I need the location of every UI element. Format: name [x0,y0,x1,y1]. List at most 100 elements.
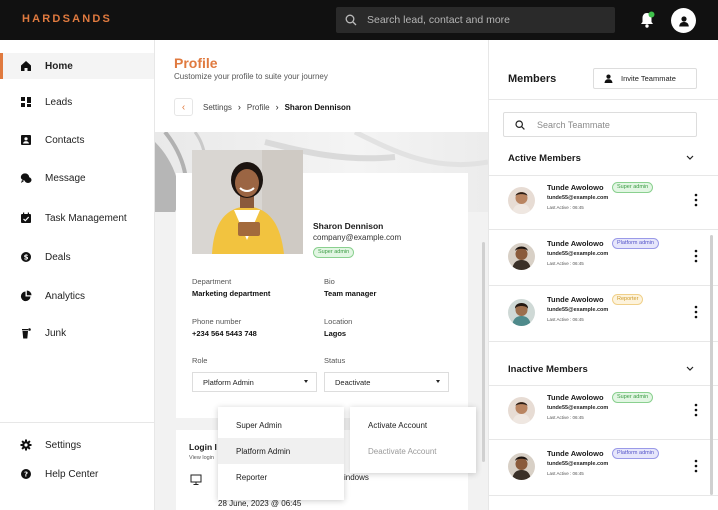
chevron-right-icon: › [237,102,241,112]
member-row[interactable]: Tunde Awolowo Super admin tunde55@exampl… [489,173,718,229]
sidebar: Home Leads Contacts Message Task Managem… [0,40,155,510]
invite-teammate-button[interactable]: Invite Teammate [593,68,697,89]
invite-teammate-label: Invite Teammate [621,74,676,83]
status-select[interactable]: Deactivate [324,372,449,392]
member-name: Tunde Awolowo [547,393,604,402]
main-content: Profile Customize your profile to suite … [155,40,488,510]
login-device-os: indows [344,473,369,482]
sidebar-item-junk[interactable]: Junk [0,320,154,346]
active-members-title: Active Members [508,153,581,164]
more-options-icon[interactable] [694,459,698,473]
breadcrumb-current: Sharon Dennison [284,102,351,112]
member-avatar [508,187,535,214]
svg-text:?: ? [24,471,28,479]
role-option-super-admin[interactable]: Super Admin [218,412,344,438]
role-option-platform-admin[interactable]: Platform Admin [218,438,344,464]
status-option-activate[interactable]: Activate Account [350,412,476,438]
member-row[interactable]: Tunde Awolowo Platform admin tunde55@exa… [489,439,718,495]
page-title: Profile [174,55,218,71]
notification-bell-icon[interactable] [639,11,655,29]
member-row[interactable]: Tunde Awolowo Reporter tunde55@example.c… [489,285,718,341]
main-scrollbar[interactable] [482,242,485,462]
location-value: Lagos [324,329,347,338]
member-role-badge: Platform admin [612,448,659,459]
sidebar-item-analytics[interactable]: Analytics [0,283,154,309]
role-option-reporter[interactable]: Reporter [218,464,344,490]
sidebar-item-contacts[interactable]: Contacts [0,127,154,153]
sidebar-item-label: Junk [45,327,67,339]
phone-label: Phone number [192,317,242,326]
member-row[interactable]: Tunde Awolowo Super admin tunde55@exampl… [489,383,718,439]
more-options-icon[interactable] [694,193,698,207]
status-option-deactivate[interactable]: Deactivate Account [350,438,476,464]
inactive-members-title: Inactive Members [508,364,588,375]
sidebar-item-label: Analytics [45,290,86,302]
member-row[interactable]: Tunde Awolowo Platform admin tunde55@exa… [489,229,718,285]
location-label: Location [324,317,353,326]
member-email: tunde55@example.com [547,307,609,313]
member-role-badge: Super admin [612,182,654,193]
member-role-badge: Super admin [612,392,654,403]
login-title: Login I [189,442,217,452]
members-scrollbar[interactable] [710,235,713,495]
member-avatar [508,453,535,480]
chevron-down-icon[interactable] [686,366,694,372]
top-bar: HARDSANDS Search lead, contact and more [0,0,718,40]
profile-email: company@example.com [313,233,402,242]
status-label: Status [324,356,346,365]
role-select[interactable]: Platform Admin [192,372,317,392]
caret-down-icon [304,380,308,383]
chevron-right-icon: › [275,102,279,112]
caret-down-icon [436,380,440,383]
task-icon [21,212,31,223]
sidebar-item-label: Help Center [45,468,99,480]
sidebar-item-settings[interactable]: Settings [0,432,154,458]
back-button[interactable]: ‹ [174,98,193,116]
member-avatar [508,243,535,270]
member-name: Tunde Awolowo [547,239,604,248]
page-subtitle: Customize your profile to suite your jou… [174,72,328,81]
more-options-icon[interactable] [694,403,698,417]
app-logo[interactable]: HARDSANDS [22,13,112,25]
junk-icon [22,328,31,339]
sidebar-item-label: Task Management [45,212,127,224]
more-options-icon[interactable] [694,305,698,319]
teammate-search-input[interactable]: Search Teammate [503,112,697,137]
search-placeholder: Search lead, contact and more [367,14,511,26]
svg-text:$: $ [24,254,29,262]
user-avatar[interactable] [671,8,696,33]
status-dropdown: Activate Account Deactivate Account [350,407,476,473]
member-last-active: Last Active : 06:45 [547,317,584,322]
profile-role-badge: Super admin [313,247,355,258]
sidebar-item-label: Settings [45,439,82,451]
more-options-icon[interactable] [694,249,698,263]
member-role-badge: Platform admin [612,238,659,249]
sidebar-item-deals[interactable]: $ Deals [0,244,154,270]
department-label: Department [192,277,232,286]
sidebar-item-home[interactable]: Home [0,53,154,79]
member-email: tunde55@example.com [547,195,609,201]
member-role-badge: Reporter [612,294,644,305]
sidebar-item-label: Contacts [45,134,85,146]
monitor-icon [190,474,202,485]
role-label: Role [192,356,208,365]
member-avatar [508,299,535,326]
global-search-input[interactable]: Search lead, contact and more [336,7,615,33]
notification-dot [648,11,655,18]
phone-value: +234 564 5443 748 [192,329,257,338]
sidebar-item-task-management[interactable]: Task Management [0,205,154,231]
user-icon [678,15,689,26]
sidebar-item-leads[interactable]: Leads [0,89,154,115]
sidebar-item-message[interactable]: Message [0,165,154,191]
member-avatar [508,397,535,424]
breadcrumb-settings[interactable]: Settings [203,103,232,112]
chevron-down-icon[interactable] [686,155,694,161]
help-icon: ? [21,469,31,479]
member-email: tunde55@example.com [547,405,609,411]
contacts-icon [21,135,31,145]
sidebar-item-label: Home [45,60,73,72]
breadcrumb-profile[interactable]: Profile [247,103,270,112]
sidebar-item-help-center[interactable]: ? Help Center [0,461,154,487]
home-icon [21,61,31,71]
member-email: tunde55@example.com [547,251,609,257]
